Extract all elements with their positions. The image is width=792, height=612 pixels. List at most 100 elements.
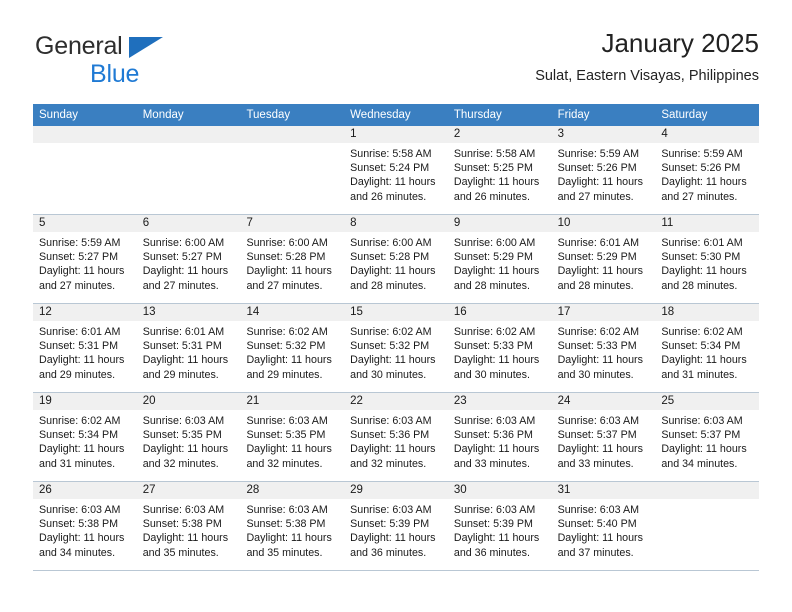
day-detail-line: and 29 minutes. xyxy=(142,368,219,381)
day-details: Sunrise: 6:02 AM Sunset: 5:34 PM Daylight:… xyxy=(33,410,137,471)
day-cell-24[interactable]: 24 Sunrise: 6:03 AM Sunset: 5:37 PM Dayligh… xyxy=(551,393,656,481)
day-detail-line: and 33 minutes. xyxy=(453,457,530,470)
day-detail-line: Sunrise: 6:02 AM xyxy=(39,415,121,427)
day-cell-15[interactable]: 15 Sunrise: 6:02 AM Sunset: 5:32 PM Dayligh… xyxy=(344,304,448,392)
day-detail-line: Daylight: 11 hours xyxy=(39,354,125,367)
general-blue-logo[interactable]: General Blue xyxy=(35,34,195,90)
day-cell-1[interactable]: 1 Sunrise: 5:58 AM Sunset: 5:24 PM Daylight… xyxy=(344,126,448,214)
day-cell-12[interactable]: 12 Sunrise: 6:01 AM Sunset: 5:31 PM Dayligh… xyxy=(33,304,137,392)
day-cell-25[interactable]: 25 Sunrise: 6:03 AM Sunset: 5:37 PM Dayligh… xyxy=(655,393,760,481)
day-cell-23[interactable]: 23 Sunrise: 6:03 AM Sunset: 5:36 PM Dayligh… xyxy=(447,393,552,481)
day-cell-27[interactable]: 27 Sunrise: 6:03 AM Sunset: 5:38 PM Dayligh… xyxy=(136,482,241,570)
day-detail-line: Sunrise: 6:02 AM xyxy=(350,326,432,338)
day-cell-17[interactable]: 17 Sunrise: 6:02 AM Sunset: 5:33 PM Dayligh… xyxy=(551,304,656,392)
day-cell-20[interactable]: 20 Sunrise: 6:03 AM Sunset: 5:35 PM Dayligh… xyxy=(136,393,241,481)
day-cell-8[interactable]: 8 Sunrise: 6:00 AM Sunset: 5:28 PM Daylight… xyxy=(344,215,448,303)
day-detail-line: Daylight: 11 hours xyxy=(453,265,540,278)
day-details: Sunrise: 6:01 AM Sunset: 5:30 PM Daylight:… xyxy=(655,232,759,293)
day-details: Sunrise: 6:01 AM Sunset: 5:31 PM Daylight:… xyxy=(137,321,241,382)
day-details: Sunrise: 6:00 AM Sunset: 5:28 PM Daylight:… xyxy=(344,232,448,293)
day-detail-line: Sunset: 5:26 PM xyxy=(661,162,741,175)
day-detail-line: Sunrise: 6:02 AM xyxy=(453,326,536,338)
day-detail-line: Sunrise: 5:58 AM xyxy=(453,148,536,160)
day-number: 22 xyxy=(344,393,448,410)
day-number: 18 xyxy=(655,304,760,321)
day-number: 30 xyxy=(447,482,552,499)
day-details: Sunrise: 6:00 AM Sunset: 5:29 PM Daylight:… xyxy=(448,232,552,293)
day-cell-16[interactable]: 16 Sunrise: 6:02 AM Sunset: 5:33 PM Dayligh… xyxy=(447,304,552,392)
day-detail-line: Sunrise: 5:58 AM xyxy=(350,148,432,160)
day-cell-22[interactable]: 22 Sunrise: 6:03 AM Sunset: 5:36 PM Dayligh… xyxy=(344,393,448,481)
day-number: 26 xyxy=(33,482,137,499)
weekday-header-monday: Monday xyxy=(142,109,184,121)
day-number: 20 xyxy=(136,393,241,410)
day-cell-5[interactable]: 5 Sunrise: 5:59 AM Sunset: 5:27 PM Daylight… xyxy=(33,215,137,303)
day-cell-6[interactable]: 6 Sunrise: 6:00 AM Sunset: 5:27 PM Daylight… xyxy=(136,215,241,303)
weekday-header-sunday: Sunday xyxy=(39,109,79,121)
day-cell-4[interactable]: 4 Sunrise: 5:59 AM Sunset: 5:26 PM Daylight… xyxy=(655,126,760,214)
day-detail-line: Daylight: 11 hours xyxy=(350,443,436,456)
day-cell-10[interactable]: 10 Sunrise: 6:01 AM Sunset: 5:29 PM Dayligh… xyxy=(551,215,656,303)
day-detail-line: Sunset: 5:37 PM xyxy=(557,429,637,442)
day-detail-line: and 31 minutes. xyxy=(661,368,738,381)
day-cell-31[interactable]: 31 Sunrise: 6:03 AM Sunset: 5:40 PM Dayligh… xyxy=(551,482,656,570)
day-detail-line: and 29 minutes. xyxy=(39,368,116,381)
day-number: 8 xyxy=(344,215,448,232)
day-details: Sunrise: 6:02 AM Sunset: 5:32 PM Daylight:… xyxy=(240,321,344,382)
day-cell-13[interactable]: 13 Sunrise: 6:01 AM Sunset: 5:31 PM Dayligh… xyxy=(136,304,241,392)
day-cell-9[interactable]: 9 Sunrise: 6:00 AM Sunset: 5:29 PM Daylight… xyxy=(447,215,552,303)
day-detail-line: Sunrise: 6:00 AM xyxy=(246,237,328,249)
day-detail-line: Sunset: 5:34 PM xyxy=(661,340,741,353)
calendar-week-row: 12 Sunrise: 6:01 AM Sunset: 5:31 PM Dayligh… xyxy=(33,303,760,392)
day-detail-line: and 32 minutes. xyxy=(246,457,323,470)
day-detail-line: and 26 minutes. xyxy=(453,190,530,203)
day-cell-28[interactable]: 28 Sunrise: 6:03 AM Sunset: 5:38 PM Dayligh… xyxy=(240,482,345,570)
day-detail-line: Daylight: 11 hours xyxy=(453,532,540,545)
day-detail-line: Daylight: 11 hours xyxy=(453,176,540,189)
day-details: Sunrise: 6:03 AM Sunset: 5:35 PM Daylight:… xyxy=(137,410,241,471)
day-cell-2[interactable]: 2 Sunrise: 5:58 AM Sunset: 5:25 PM Daylight… xyxy=(447,126,552,214)
day-cell-11[interactable]: 11 Sunrise: 6:01 AM Sunset: 5:30 PM Dayligh… xyxy=(655,215,760,303)
day-detail-line: and 28 minutes. xyxy=(453,279,530,292)
weekday-header-row: Sunday Monday Tuesday Wednesday Thursday Frid… xyxy=(33,104,759,126)
day-details: Sunrise: 6:03 AM Sunset: 5:37 PM Daylight:… xyxy=(655,410,759,471)
day-detail-line: Sunrise: 5:59 AM xyxy=(557,148,639,160)
day-details: Sunrise: 5:59 AM Sunset: 5:27 PM Daylight:… xyxy=(33,232,137,293)
day-detail-line: Sunrise: 6:02 AM xyxy=(246,326,328,338)
day-detail-line: Daylight: 11 hours xyxy=(39,532,125,545)
day-number: 4 xyxy=(655,126,760,143)
day-cell-18[interactable]: 18 Sunrise: 6:02 AM Sunset: 5:34 PM Dayligh… xyxy=(655,304,760,392)
day-detail-line: and 29 minutes. xyxy=(246,368,323,381)
day-cell-29[interactable]: 29 Sunrise: 6:03 AM Sunset: 5:39 PM Dayligh… xyxy=(344,482,448,570)
day-detail-line: and 27 minutes. xyxy=(246,279,323,292)
day-detail-line: Sunset: 5:34 PM xyxy=(39,429,119,442)
day-detail-line: Sunset: 5:36 PM xyxy=(350,429,430,442)
day-detail-line: Sunrise: 6:02 AM xyxy=(661,326,743,338)
day-cell-3[interactable]: 3 Sunrise: 5:59 AM Sunset: 5:26 PM Daylight… xyxy=(551,126,656,214)
day-number: 2 xyxy=(447,126,552,143)
day-detail-line: Sunrise: 6:01 AM xyxy=(142,326,225,338)
week-cells: 12 Sunrise: 6:01 AM Sunset: 5:31 PM Dayligh… xyxy=(33,304,760,392)
day-cell-14[interactable]: 14 Sunrise: 6:02 AM Sunset: 5:32 PM Dayligh… xyxy=(240,304,345,392)
day-detail-line: Sunset: 5:29 PM xyxy=(557,251,637,264)
day-details xyxy=(137,143,241,147)
title-block: January 2025 Sulat, Eastern Visayas, Phi… xyxy=(535,26,759,86)
day-detail-line: Sunset: 5:28 PM xyxy=(246,251,326,264)
day-details: Sunrise: 5:58 AM Sunset: 5:24 PM Daylight:… xyxy=(344,143,448,204)
day-detail-line: Daylight: 11 hours xyxy=(142,443,229,456)
day-cell-7[interactable]: 7 Sunrise: 6:00 AM Sunset: 5:28 PM Daylight… xyxy=(240,215,345,303)
day-details: Sunrise: 6:02 AM Sunset: 5:32 PM Daylight:… xyxy=(344,321,448,382)
day-detail-line: and 36 minutes. xyxy=(350,546,427,559)
day-cell-30[interactable]: 30 Sunrise: 6:03 AM Sunset: 5:39 PM Dayligh… xyxy=(447,482,552,570)
day-detail-line: and 37 minutes. xyxy=(557,546,634,559)
day-cell-21[interactable]: 21 Sunrise: 6:03 AM Sunset: 5:35 PM Dayligh… xyxy=(240,393,345,481)
day-number: 27 xyxy=(136,482,241,499)
day-detail-line: and 27 minutes. xyxy=(142,279,219,292)
day-detail-line: and 35 minutes. xyxy=(142,546,219,559)
day-detail-line: Sunrise: 6:03 AM xyxy=(557,504,639,516)
day-detail-line: Sunset: 5:40 PM xyxy=(557,518,637,531)
day-number: 7 xyxy=(240,215,345,232)
day-cell-26[interactable]: 26 Sunrise: 6:03 AM Sunset: 5:38 PM Dayligh… xyxy=(33,482,137,570)
day-cell-19[interactable]: 19 Sunrise: 6:02 AM Sunset: 5:34 PM Dayligh… xyxy=(33,393,137,481)
day-detail-line: Sunset: 5:30 PM xyxy=(661,251,741,264)
